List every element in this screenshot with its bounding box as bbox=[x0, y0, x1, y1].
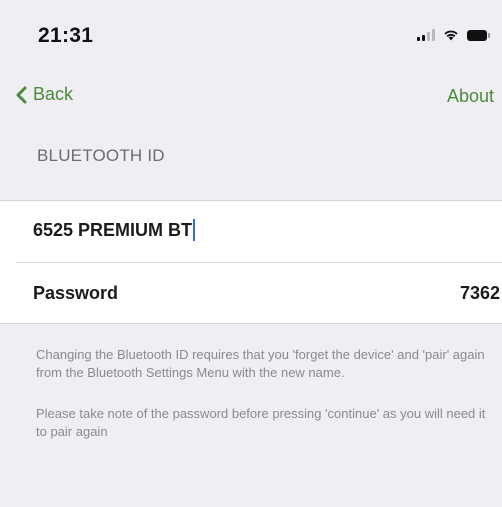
chevron-left-icon bbox=[16, 86, 27, 103]
password-row: Password 7362 bbox=[0, 263, 502, 325]
bluetooth-id-row[interactable]: 6525 PREMIUM BT bbox=[0, 201, 502, 263]
wifi-icon bbox=[444, 30, 458, 41]
password-note: Please take note of the password before … bbox=[36, 406, 486, 439]
change-id-note: Changing the Bluetooth ID requires that … bbox=[36, 347, 485, 380]
about-button[interactable]: About bbox=[447, 86, 494, 107]
password-label: Password bbox=[33, 283, 119, 303]
text-cursor bbox=[193, 219, 196, 241]
settings-group: 6525 PREMIUM BT Password 7362 bbox=[0, 200, 502, 324]
password-value: 7362 bbox=[459, 283, 500, 303]
status-icons bbox=[417, 27, 490, 43]
section-header: BLUETOOTH ID bbox=[37, 146, 165, 165]
bluetooth-id-value: 6525 PREMIUM BT bbox=[33, 219, 193, 240]
status-bar: 21:31 bbox=[0, 0, 502, 64]
status-time: 21:31 bbox=[38, 24, 94, 47]
navigation-bar: Back About bbox=[0, 76, 502, 116]
back-button[interactable]: Back bbox=[16, 84, 73, 105]
battery-icon bbox=[467, 29, 490, 41]
bluetooth-id-input[interactable]: 6525 PREMIUM BT bbox=[33, 219, 196, 241]
back-label: Back bbox=[33, 84, 74, 104]
cellular-signal-icon bbox=[417, 29, 435, 41]
